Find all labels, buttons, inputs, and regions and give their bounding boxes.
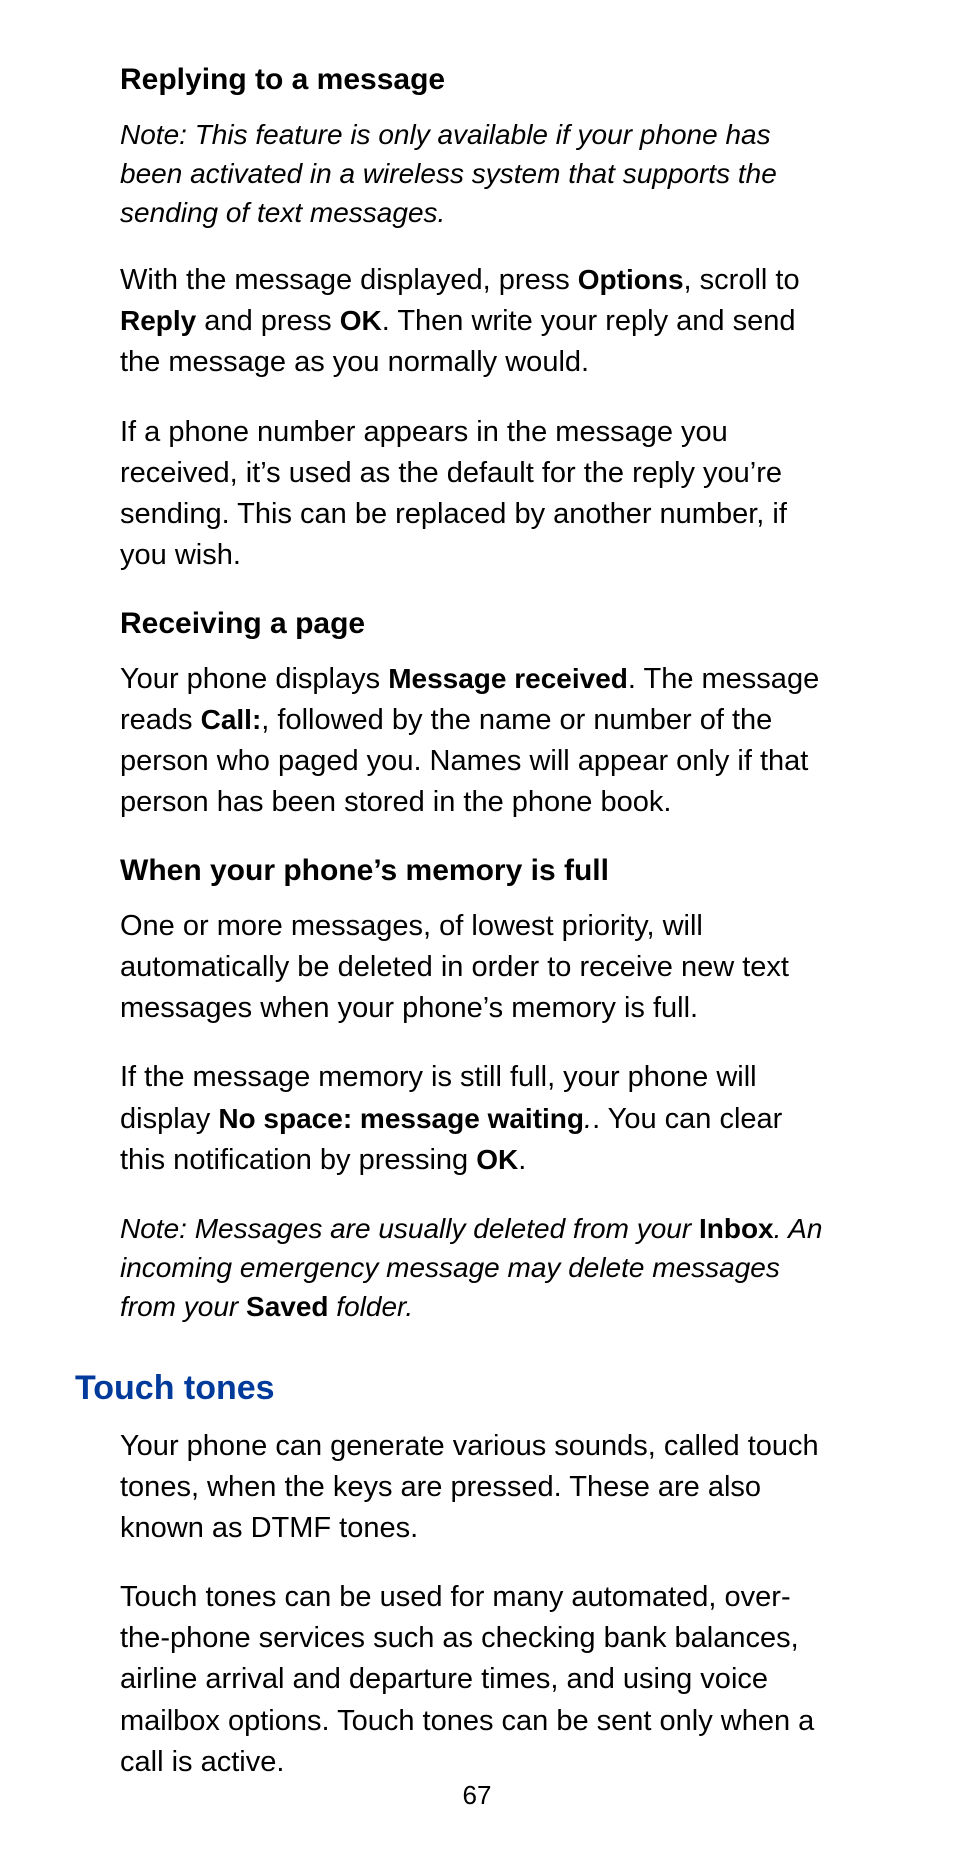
ui-label-no-space: No space: message waiting <box>218 1103 584 1134</box>
text: folder. <box>329 1291 414 1322</box>
ui-label-call: Call: <box>201 704 262 735</box>
ui-label-options: Options <box>578 264 684 295</box>
para-touch-1: Your phone can generate various sounds, … <box>120 1426 834 1550</box>
ui-label-inbox: Inbox <box>699 1213 774 1244</box>
para-memory-2: If the message memory is still full, you… <box>120 1057 834 1181</box>
text: , scroll to <box>684 264 800 296</box>
section-receiving: Receiving a page Your phone displays Mes… <box>120 604 834 823</box>
heading-replying: Replying to a message <box>120 60 834 101</box>
section-replying: Replying to a message Note: This feature… <box>120 60 834 576</box>
text: . <box>518 1144 526 1176</box>
para-memory-1: One or more messages, of lowest priority… <box>120 906 834 1030</box>
heading-receiving: Receiving a page <box>120 604 834 645</box>
text: Your phone displays <box>120 663 388 695</box>
section-touch: Your phone can generate various sounds, … <box>120 1426 834 1783</box>
ui-label-ok: OK <box>340 305 382 336</box>
para-receiving-1: Your phone displays Message received. Th… <box>120 659 834 824</box>
section-title-touch-tones: Touch tones <box>75 1369 834 1408</box>
ui-label-message-received: Message received <box>388 663 628 694</box>
note-replying: Note: This feature is only available if … <box>120 115 834 233</box>
ui-label-reply: Reply <box>120 305 196 336</box>
text: and press <box>196 305 339 337</box>
page-number: 67 <box>0 1780 954 1811</box>
heading-memory: When your phone’s memory is full <box>120 851 834 892</box>
note-memory: Note: Messages are usually deleted from … <box>120 1209 834 1327</box>
para-replying-2: If a phone number appears in the message… <box>120 412 834 577</box>
para-replying-1: With the message displayed, press Option… <box>120 260 834 384</box>
text: With the message displayed, press <box>120 264 578 296</box>
ui-label-saved: Saved <box>246 1291 329 1322</box>
section-memory: When your phone’s memory is full One or … <box>120 851 834 1326</box>
text: . <box>584 1103 592 1135</box>
para-touch-2: Touch tones can be used for many automat… <box>120 1577 834 1783</box>
text: Note: Messages are usually deleted from … <box>120 1213 699 1244</box>
ui-label-ok-2: OK <box>476 1144 518 1175</box>
